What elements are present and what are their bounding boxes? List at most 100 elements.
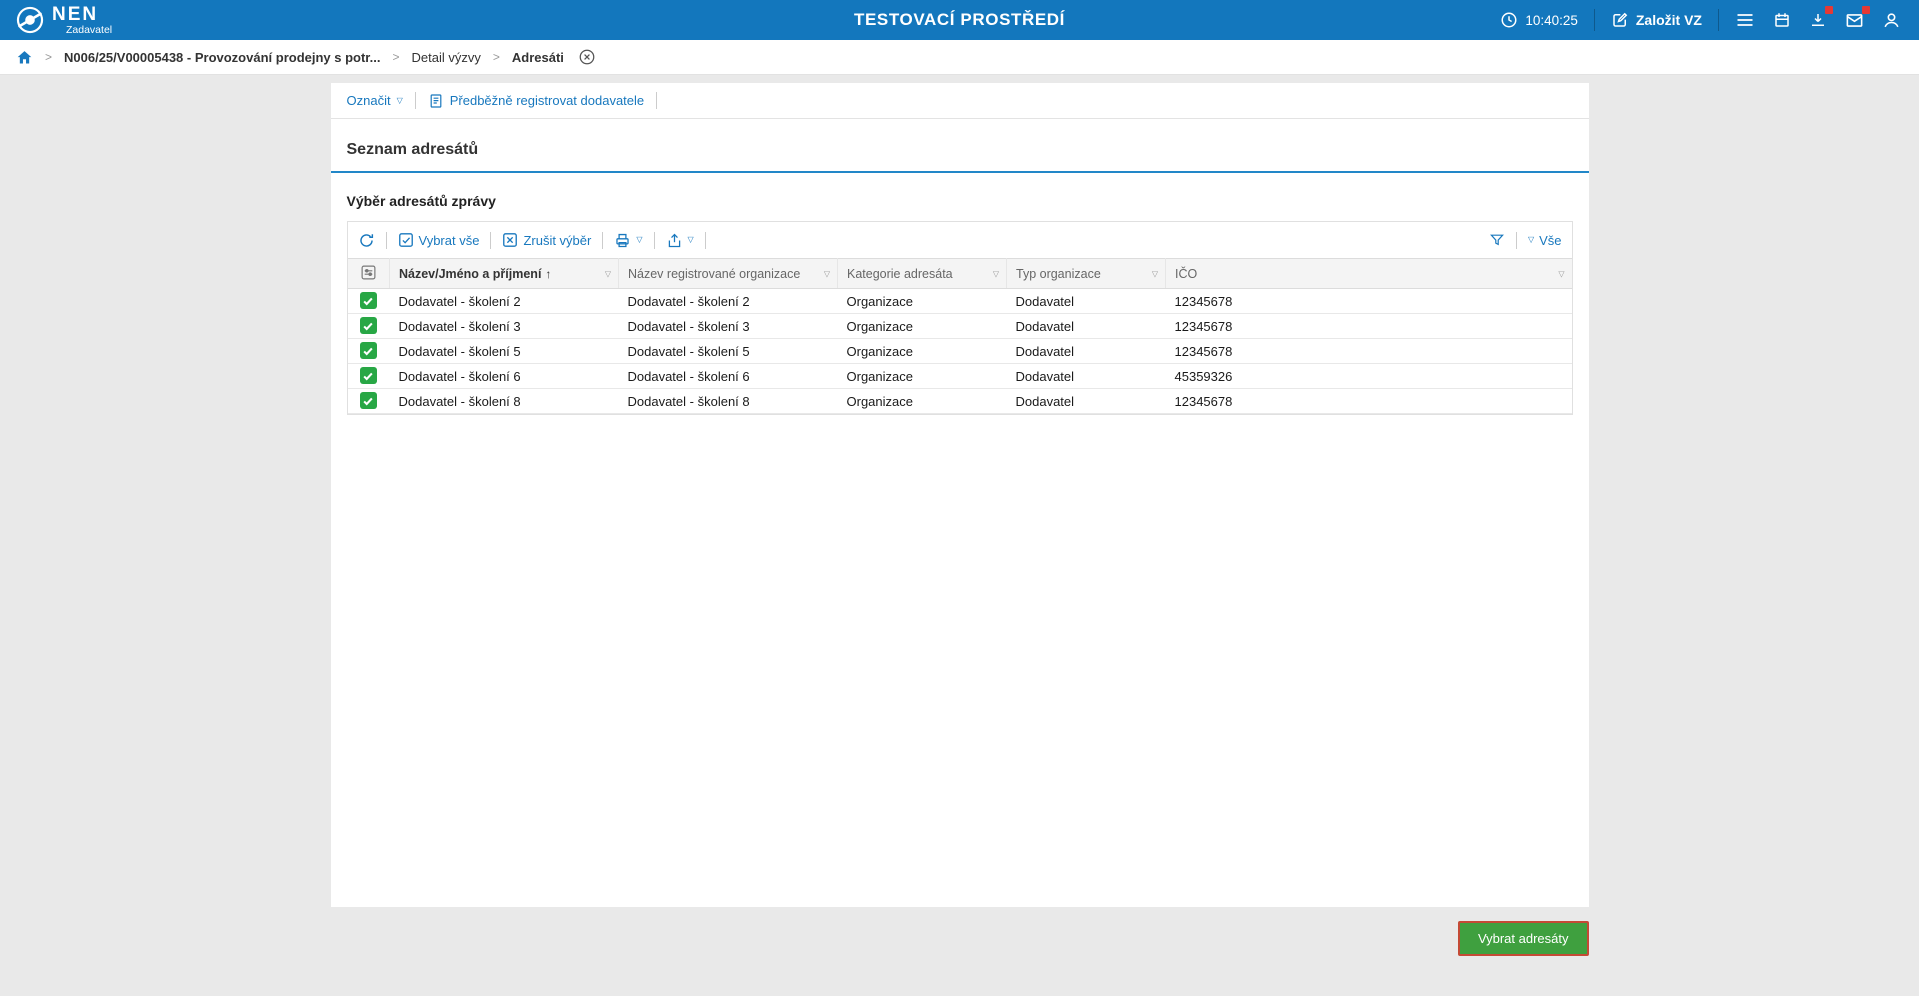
cell-type: Dodavatel bbox=[1006, 288, 1166, 314]
menu-button[interactable] bbox=[1733, 8, 1757, 32]
chevron-down-icon: ▽ bbox=[396, 95, 403, 105]
column-label: Typ organizace bbox=[1016, 266, 1101, 281]
row-checkbox-checked[interactable] bbox=[359, 292, 377, 310]
section-body: Výběr adresátů zprávy Vybrat vše Zrušit … bbox=[331, 173, 1589, 415]
cell-org: Dodavatel - školení 8 bbox=[618, 388, 838, 414]
row-checkbox-checked[interactable] bbox=[359, 367, 377, 385]
toolbar-divider bbox=[653, 231, 655, 249]
cell-ico: 12345678 bbox=[1165, 288, 1572, 314]
table-row[interactable]: Dodavatel - školení 8 Dodavatel - školen… bbox=[347, 388, 1572, 414]
page-title: Seznam adresátů bbox=[330, 119, 1589, 173]
chevron-right-icon: > bbox=[392, 50, 400, 64]
cell-type: Dodavatel bbox=[1006, 363, 1166, 389]
select-all-button[interactable]: Vybrat vše bbox=[398, 232, 480, 248]
recipients-table: Název/Jméno a příjmení ↑ ▽ Název registro… bbox=[347, 258, 1572, 414]
cell-org: Dodavatel - školení 6 bbox=[618, 363, 838, 389]
create-vz-button[interactable]: Založit VZ bbox=[1609, 9, 1704, 31]
brand-role: Zadavatel bbox=[66, 23, 113, 36]
toolbar-divider bbox=[602, 231, 604, 249]
column-filter-icon[interactable]: ▽ bbox=[993, 269, 999, 278]
calendar-button[interactable] bbox=[1771, 9, 1793, 31]
filter-all-dropdown[interactable]: ▽ Vše bbox=[1528, 233, 1562, 248]
print-dropdown[interactable]: ▽ bbox=[614, 232, 643, 249]
clock-widget: 10:40:25 bbox=[1498, 9, 1580, 31]
cell-ico: 12345678 bbox=[1165, 313, 1572, 339]
cell-ico: 12345678 bbox=[1165, 388, 1572, 414]
hamburger-icon bbox=[1735, 10, 1755, 30]
refresh-button[interactable] bbox=[358, 232, 375, 249]
recipients-grid: Vybrat vše Zrušit výběr ▽ ▽ ▽ Vše Název/… bbox=[346, 221, 1573, 415]
chevron-down-icon: ▽ bbox=[687, 235, 694, 244]
row-checkbox-checked[interactable] bbox=[359, 392, 377, 410]
select-all-label: Vybrat vše bbox=[418, 232, 480, 248]
row-checkbox-checked[interactable] bbox=[359, 342, 377, 360]
checkbox-check-icon bbox=[398, 232, 414, 248]
cell-type: Dodavatel bbox=[1006, 338, 1166, 364]
column-header-org[interactable]: Název registrované organizace ▽ bbox=[618, 258, 838, 289]
home-icon[interactable] bbox=[16, 49, 33, 66]
chevron-right-icon: > bbox=[492, 50, 500, 64]
column-filter-icon[interactable]: ▽ bbox=[824, 269, 830, 278]
cell-category: Organizace bbox=[837, 338, 1007, 364]
column-header-ico[interactable]: IČO ▽ bbox=[1165, 258, 1572, 289]
profile-button[interactable] bbox=[1880, 9, 1903, 32]
filter-button[interactable] bbox=[1489, 232, 1505, 248]
column-filter-icon[interactable]: ▽ bbox=[1558, 269, 1564, 278]
main-content: Označit ▽ Předběžně registrovat dodavate… bbox=[330, 83, 1589, 996]
topbar-actions: 10:40:25 Založit VZ bbox=[1498, 5, 1903, 32]
nen-logo-icon bbox=[16, 6, 44, 34]
breadcrumb-item-contract[interactable]: N006/25/V00005438 - Provozování prodejny… bbox=[64, 50, 380, 65]
cell-type: Dodavatel bbox=[1006, 313, 1166, 339]
select-recipients-button[interactable]: Vybrat adresáty bbox=[1457, 921, 1589, 956]
clear-selection-button[interactable]: Zrušit výběr bbox=[502, 232, 591, 248]
export-icon bbox=[666, 232, 683, 249]
selection-settings-icon[interactable] bbox=[360, 264, 377, 281]
table-row[interactable]: Dodavatel - školení 3 Dodavatel - školen… bbox=[347, 313, 1572, 339]
top-bar: NEN Zadavatel TESTOVACÍ PROSTŘEDÍ 10:40:… bbox=[0, 0, 1919, 40]
downloads-button[interactable] bbox=[1807, 6, 1833, 31]
grid-toolbar-right: ▽ Vše bbox=[1489, 231, 1562, 249]
row-checkbox-checked[interactable] bbox=[359, 317, 377, 335]
export-dropdown[interactable]: ▽ bbox=[666, 232, 694, 249]
column-label: Kategorie adresáta bbox=[847, 266, 953, 281]
cell-name: Dodavatel - školení 6 bbox=[389, 363, 619, 389]
cell-ico: 12345678 bbox=[1165, 338, 1572, 364]
chevron-down-icon: ▽ bbox=[636, 235, 643, 244]
breadcrumb: > N006/25/V00005438 - Provozování prodej… bbox=[0, 40, 1919, 75]
edit-icon bbox=[1611, 11, 1629, 29]
sort-ascending-icon: ↑ bbox=[545, 266, 552, 281]
footer-actions: Vybrat adresáty bbox=[331, 907, 1589, 996]
cell-name: Dodavatel - školení 5 bbox=[389, 338, 619, 364]
table-header-row: Název/Jméno a příjmení ↑ ▽ Název registro… bbox=[347, 258, 1572, 289]
cell-ico: 45359326 bbox=[1165, 363, 1572, 389]
cell-category: Organizace bbox=[837, 313, 1007, 339]
breadcrumb-item-detail[interactable]: Detail výzvy bbox=[412, 50, 481, 65]
table-row[interactable]: Dodavatel - školení 6 Dodavatel - školen… bbox=[347, 363, 1572, 389]
mark-label: Označit bbox=[346, 93, 391, 108]
topbar-divider bbox=[1593, 9, 1595, 31]
column-header-type[interactable]: Typ organizace ▽ bbox=[1006, 258, 1166, 289]
toolbar-divider bbox=[490, 231, 492, 249]
preregister-supplier-button[interactable]: Předběžně registrovat dodavatele bbox=[428, 93, 644, 109]
column-filter-icon[interactable]: ▽ bbox=[1152, 269, 1158, 278]
breadcrumb-item-current[interactable]: Adresáti bbox=[512, 50, 564, 65]
environment-title: TESTOVACÍ PROSTŘEDÍ bbox=[853, 10, 1066, 29]
table-row[interactable]: Dodavatel - školení 2 Dodavatel - školen… bbox=[347, 288, 1572, 314]
nen-logo[interactable]: NEN Zadavatel bbox=[16, 5, 112, 36]
mark-dropdown[interactable]: Označit ▽ bbox=[347, 93, 403, 108]
cell-org: Dodavatel - školení 2 bbox=[618, 288, 838, 314]
column-filter-icon[interactable]: ▽ bbox=[605, 269, 611, 278]
close-icon[interactable] bbox=[578, 48, 596, 66]
messages-button[interactable] bbox=[1843, 5, 1870, 32]
toolbar-divider bbox=[704, 231, 706, 249]
chevron-right-icon: > bbox=[45, 50, 53, 64]
table-row[interactable]: Dodavatel - školení 5 Dodavatel - školen… bbox=[347, 338, 1572, 364]
column-header-name[interactable]: Název/Jméno a příjmení ↑ ▽ bbox=[389, 258, 619, 289]
current-time: 10:40:25 bbox=[1525, 12, 1578, 28]
calendar-icon bbox=[1773, 11, 1791, 29]
column-header-selection bbox=[347, 258, 390, 289]
chevron-down-icon: ▽ bbox=[1527, 235, 1535, 244]
cell-org: Dodavatel - školení 3 bbox=[618, 313, 838, 339]
column-header-category[interactable]: Kategorie adresáta ▽ bbox=[837, 258, 1007, 289]
cell-name: Dodavatel - školení 8 bbox=[389, 388, 619, 414]
